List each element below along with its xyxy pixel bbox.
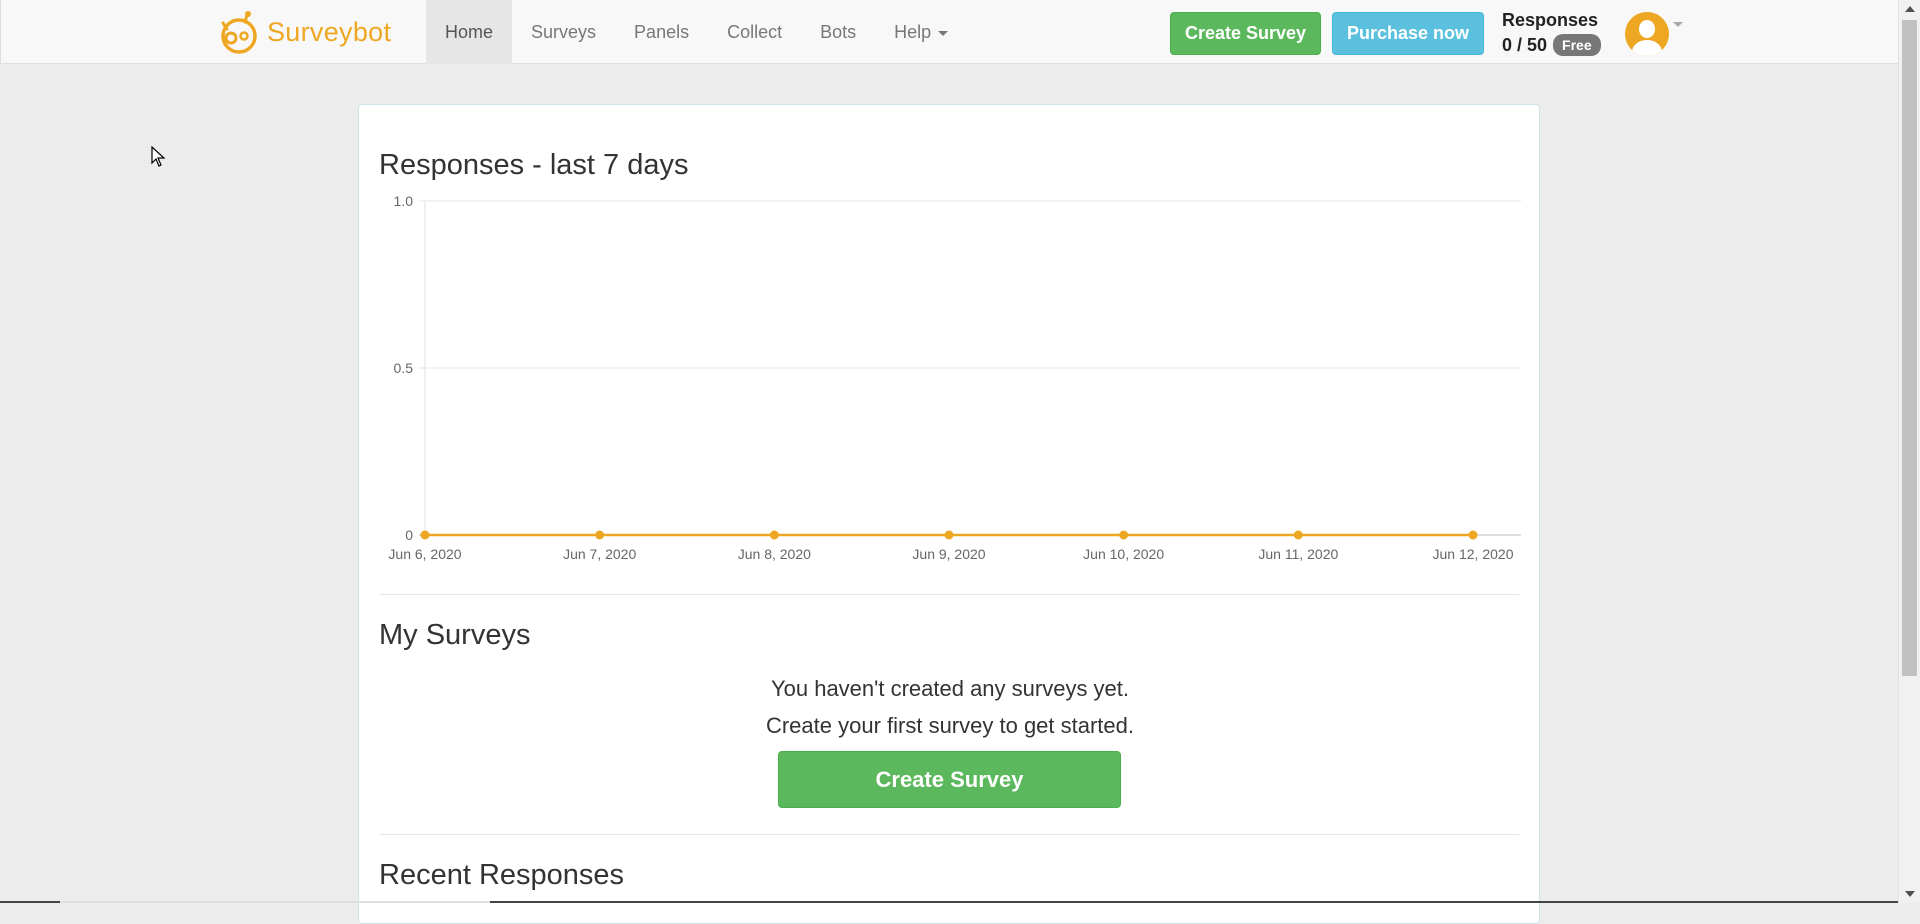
avatar-body	[1632, 40, 1662, 56]
nav-item-panels[interactable]: Panels	[615, 0, 708, 64]
caret-down-icon	[938, 30, 949, 36]
scroll-thumb[interactable]	[1902, 20, 1917, 676]
create-first-survey-button[interactable]: Create Survey	[778, 751, 1121, 808]
nav-item-collect[interactable]: Collect	[708, 0, 801, 64]
x-tick-label: Jun 11, 2020	[1258, 546, 1338, 562]
mouse-pointer-icon	[151, 146, 166, 167]
purchase-now-button[interactable]: Purchase now	[1332, 12, 1484, 55]
user-avatar-icon[interactable]	[1625, 12, 1669, 56]
nav-item-surveys[interactable]: Surveys	[512, 0, 615, 64]
section-divider	[379, 594, 1519, 595]
data-point	[595, 530, 605, 540]
x-tick-label: Jun 6, 2020	[388, 546, 461, 562]
recent-responses-title: Recent Responses	[379, 859, 625, 891]
create-survey-button[interactable]: Create Survey	[1170, 12, 1321, 55]
responses-count: 0 / 50	[1502, 34, 1548, 55]
my-surveys-title: My Surveys	[379, 619, 531, 651]
section-divider	[379, 834, 1519, 835]
nav-item-home[interactable]: Home	[426, 0, 513, 64]
nav-item-help-label: Help	[894, 22, 932, 42]
y-tick-label: 0.5	[394, 360, 414, 376]
avatar-caret-down-icon[interactable]	[1673, 22, 1683, 27]
data-point	[1468, 530, 1478, 540]
plan-badge: Free	[1553, 34, 1601, 56]
responses-meter: Responses 0 / 50 Free	[1502, 10, 1601, 56]
x-tick-label: Jun 7, 2020	[563, 546, 636, 562]
y-tick-label: 1.0	[394, 193, 414, 209]
data-point	[1119, 530, 1129, 540]
dashboard-panel: Responses - last 7 days 0 0.5 1.0 Jun 6, 20…	[358, 104, 1540, 924]
scroll-down-arrow-icon[interactable]	[1905, 891, 1915, 897]
responses-count-row: 0 / 50 Free	[1502, 34, 1601, 56]
responses-chart: 0 0.5 1.0 Jun 6, 2020 Jun 7, 2020 Jun 8, 2020…	[388, 193, 1521, 562]
brand-logo[interactable]: Surveybot	[217, 8, 391, 56]
data-point	[769, 530, 779, 540]
x-tick-label: Jun 10, 2020	[1083, 546, 1164, 562]
x-tick-label: Jun 8, 2020	[738, 546, 811, 562]
scroll-up-arrow-icon[interactable]	[1905, 6, 1915, 12]
empty-surveys-message: You haven't created any surveys yet.	[770, 676, 1130, 701]
surveybot-logo-icon	[221, 11, 257, 54]
responses-label: Responses	[1502, 10, 1599, 30]
x-tick-label: Jun 12, 2020	[1433, 546, 1514, 562]
nav-item-bots[interactable]: Bots	[801, 0, 875, 64]
top-navbar: Surveybot Home Surveys Panels Collect Bo…	[0, 0, 1898, 64]
y-tick-label: 0	[405, 527, 413, 543]
data-point	[420, 530, 430, 540]
data-point	[944, 530, 954, 540]
avatar-head	[1639, 20, 1655, 38]
x-tick-label: Jun 9, 2020	[912, 546, 985, 562]
main-nav: Home Surveys Panels Collect Bots Help	[426, 0, 967, 64]
brand-name: Surveybot	[267, 16, 392, 47]
data-point	[1293, 530, 1303, 540]
nav-item-help[interactable]: Help	[875, 0, 967, 64]
page-scrollbar[interactable]	[1898, 0, 1920, 903]
empty-surveys-hint: Create your first survey to get started.	[765, 713, 1135, 738]
